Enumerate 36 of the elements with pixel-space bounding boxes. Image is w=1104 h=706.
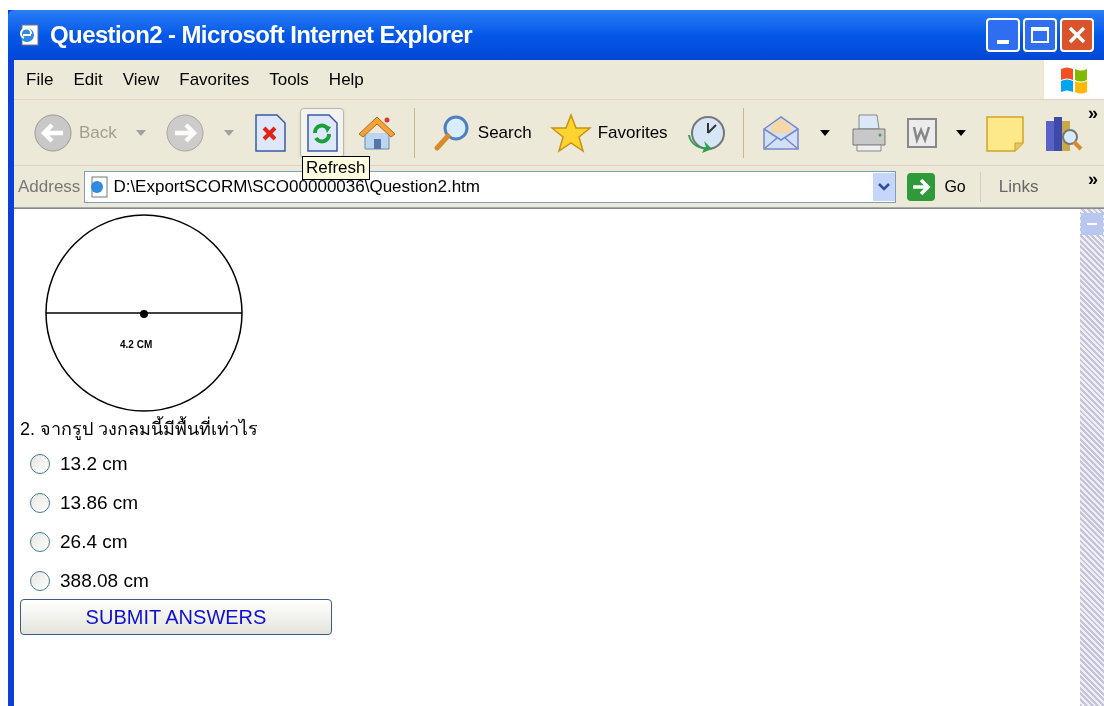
chevron-down-icon (878, 181, 891, 192)
search-button[interactable]: Search (426, 107, 537, 158)
toolbar-overflow-button[interactable]: » (1088, 100, 1098, 127)
maximize-button[interactable] (1023, 18, 1057, 52)
star-icon (549, 112, 592, 153)
favorites-button[interactable]: Favorites (544, 107, 673, 158)
menu-item[interactable]: Edit (73, 66, 103, 93)
tooltip: Refresh (302, 156, 370, 180)
go-button[interactable]: Go (906, 171, 981, 202)
menu-item[interactable]: File (26, 66, 54, 93)
arrow-right-icon (906, 171, 937, 202)
radio-button[interactable] (30, 453, 50, 474)
submit-button[interactable]: SUBMIT ANSWERS (20, 599, 332, 635)
scrollbar[interactable] (1080, 209, 1104, 706)
menu-item[interactable]: Help (328, 66, 364, 93)
option-label: 13.86 cm (60, 491, 139, 515)
radio-button[interactable] (30, 531, 50, 552)
links-overflow-button[interactable]: » (1088, 166, 1098, 193)
option-label: 13.2 cm (60, 452, 128, 476)
close-button[interactable] (1060, 18, 1094, 52)
option-label: 388.08 cm (60, 569, 149, 593)
refresh-icon[interactable] (299, 107, 344, 158)
diameter-label: 4.2 CM (120, 338, 154, 352)
menu-item[interactable]: View (122, 66, 160, 93)
minimize-button[interactable] (986, 18, 1020, 52)
radio-button[interactable] (30, 492, 50, 513)
address-label: Address (17, 175, 81, 198)
option-label: 26.4 cm (60, 530, 128, 554)
menu-item[interactable]: Favorites (179, 66, 250, 93)
radio-button[interactable] (30, 570, 50, 591)
dropdown-button[interactable] (873, 172, 896, 201)
close-icon (1068, 26, 1086, 44)
question-text: 2. จากรูป วงกลมนี้มีพื้นที่เท่าไร (20, 416, 1080, 443)
links-button[interactable]: Links (998, 173, 1039, 200)
window-title: Question2 - Microsoft Internet Explorer (50, 20, 472, 50)
menu-item[interactable]: Tools (269, 66, 309, 93)
